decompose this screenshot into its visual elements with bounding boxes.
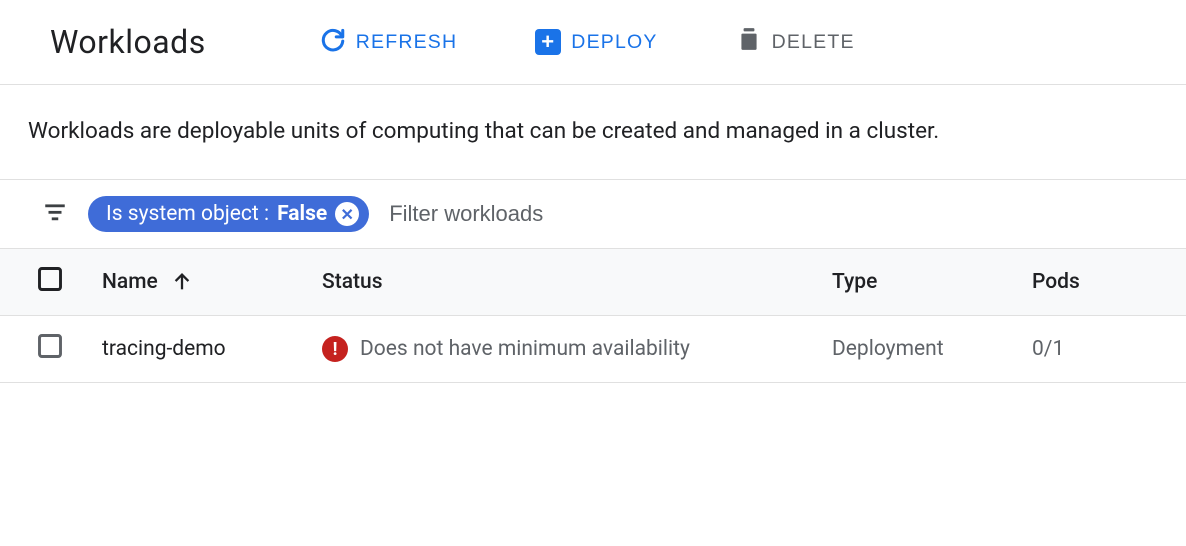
col-header-name[interactable]: Name [90,249,310,316]
filter-icon[interactable] [42,199,68,229]
deploy-label: DEPLOY [571,31,657,54]
sort-ascending-icon [163,270,193,294]
description-section: Workloads are deployable units of comput… [0,85,1186,180]
status-cell: ! Does not have minimum availability [322,336,690,362]
filter-input[interactable] [389,201,1148,227]
row-checkbox[interactable] [36,342,64,366]
refresh-label: REFRESH [356,31,458,54]
filter-bar: Is system object : False ✕ [0,180,1186,248]
workload-type: Deployment [832,337,944,361]
col-header-pods[interactable]: Pods [1020,249,1186,316]
toolbar: Workloads REFRESH + DEPLOY DELETE [0,0,1186,85]
delete-button[interactable]: DELETE [722,18,869,66]
plus-icon: + [535,29,561,55]
delete-label: DELETE [772,31,855,54]
col-header-status[interactable]: Status [310,249,820,316]
refresh-icon [320,26,346,58]
col-header-type[interactable]: Type [820,249,1020,316]
table-row[interactable]: tracing-demo ! Does not have minimum ava… [0,316,1186,383]
trash-icon [736,26,762,58]
filter-chip[interactable]: Is system object : False ✕ [88,196,369,232]
filter-chip-value: False [277,202,327,226]
deploy-button[interactable]: + DEPLOY [521,21,671,63]
status-text: Does not have minimum availability [360,337,690,361]
page-title: Workloads [50,23,206,61]
refresh-button[interactable]: REFRESH [306,18,472,66]
filter-chip-key: Is system object : [106,202,269,226]
workload-pods: 0/1 [1032,337,1064,361]
workload-name[interactable]: tracing-demo [102,337,226,361]
table-header-row: Name Status Type Pods [0,249,1186,316]
description-text: Workloads are deployable units of comput… [28,113,1158,149]
select-all-checkbox[interactable] [36,275,64,299]
error-icon: ! [322,336,348,362]
workloads-table: Name Status Type Pods tracing-demo ! Doe… [0,248,1186,383]
close-icon[interactable]: ✕ [335,202,359,226]
